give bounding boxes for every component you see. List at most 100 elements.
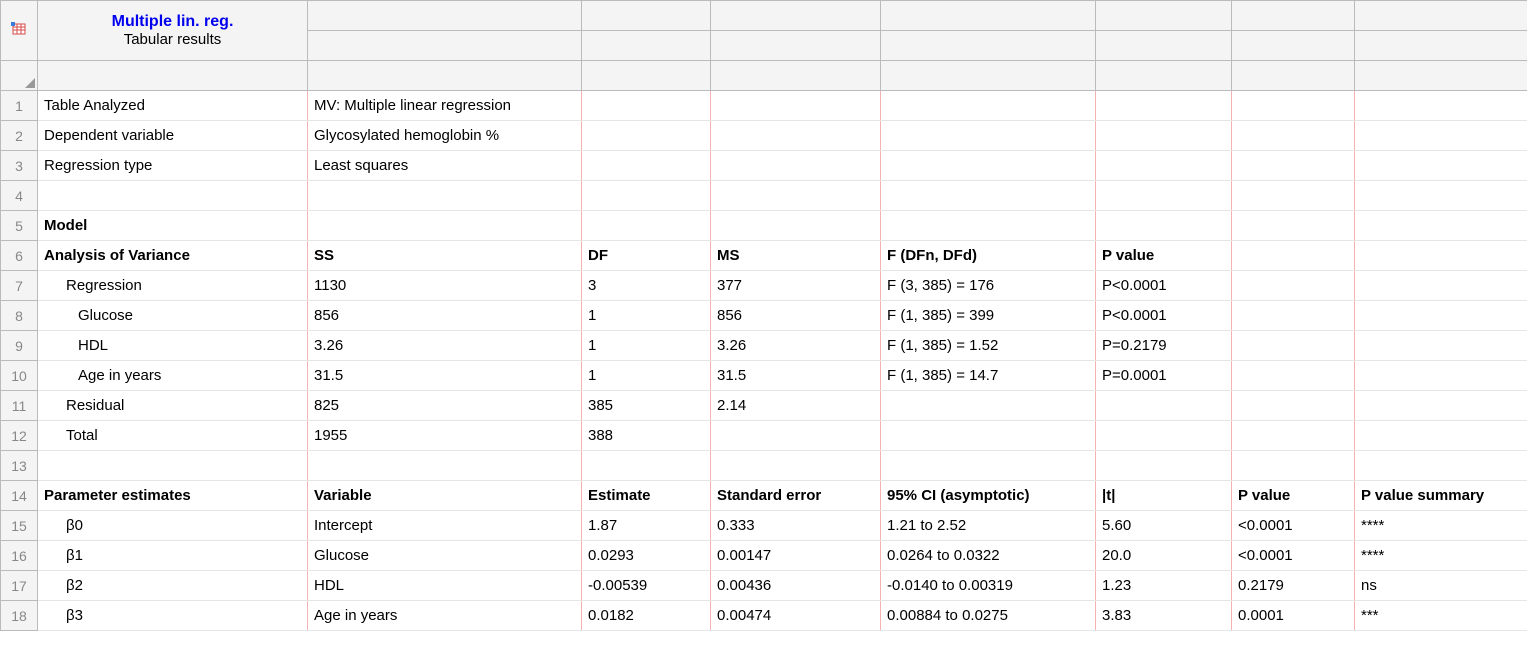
col-header[interactable] xyxy=(1096,1,1232,31)
cell[interactable]: P<0.0001 xyxy=(1096,301,1232,331)
col-header[interactable] xyxy=(711,1,881,31)
cell[interactable]: Table Analyzed xyxy=(38,91,308,121)
cell[interactable] xyxy=(881,91,1096,121)
cell[interactable]: P=0.0001 xyxy=(1096,361,1232,391)
cell[interactable]: Standard error xyxy=(711,481,881,511)
cell[interactable]: 95% CI (asymptotic) xyxy=(881,481,1096,511)
col-blank[interactable] xyxy=(1355,61,1527,91)
cell[interactable]: 3.26 xyxy=(308,331,582,361)
cell[interactable]: 1.23 xyxy=(1096,571,1232,601)
cell[interactable]: 31.5 xyxy=(308,361,582,391)
cell[interactable] xyxy=(1232,451,1355,481)
cell[interactable]: 856 xyxy=(711,301,881,331)
cell[interactable]: F (3, 385) = 176 xyxy=(881,271,1096,301)
row-number[interactable]: 14 xyxy=(1,481,38,511)
table-row[interactable]: 7Regression11303377F (3, 385) = 176P<0.0… xyxy=(1,271,1527,301)
row-number[interactable]: 7 xyxy=(1,271,38,301)
col-blank[interactable] xyxy=(1232,61,1355,91)
cell[interactable]: β0 xyxy=(38,511,308,541)
cell[interactable] xyxy=(711,451,881,481)
cell[interactable]: Residual xyxy=(38,391,308,421)
cell[interactable] xyxy=(711,121,881,151)
cell[interactable]: 31.5 xyxy=(711,361,881,391)
results-table[interactable]: Multiple lin. reg. Tabular results xyxy=(0,0,1527,631)
cell[interactable]: |t| xyxy=(1096,481,1232,511)
col-blank[interactable] xyxy=(582,61,711,91)
cell[interactable] xyxy=(38,451,308,481)
cell[interactable] xyxy=(711,181,881,211)
cell[interactable]: <0.0001 xyxy=(1232,541,1355,571)
cell[interactable]: 3.83 xyxy=(1096,601,1232,631)
cell[interactable] xyxy=(1096,181,1232,211)
row-number[interactable]: 12 xyxy=(1,421,38,451)
cell[interactable] xyxy=(582,151,711,181)
cell[interactable]: 1 xyxy=(582,331,711,361)
cell[interactable]: HDL xyxy=(308,571,582,601)
cell[interactable]: -0.00539 xyxy=(582,571,711,601)
col-subheader[interactable] xyxy=(711,31,881,61)
cell[interactable]: SS xyxy=(308,241,582,271)
cell[interactable]: F (1, 385) = 1.52 xyxy=(881,331,1096,361)
cell[interactable] xyxy=(711,91,881,121)
cell[interactable]: 0.333 xyxy=(711,511,881,541)
cell[interactable] xyxy=(1355,151,1527,181)
cell[interactable]: 1.87 xyxy=(582,511,711,541)
cell[interactable] xyxy=(1355,211,1527,241)
cell[interactable]: 0.00474 xyxy=(711,601,881,631)
cell[interactable]: 856 xyxy=(308,301,582,331)
table-row[interactable]: 6Analysis of VarianceSSDFMSF (DFn, DFd)P… xyxy=(1,241,1527,271)
cell[interactable]: Total xyxy=(38,421,308,451)
cell[interactable] xyxy=(881,421,1096,451)
cell[interactable] xyxy=(711,421,881,451)
cell[interactable]: Glycosylated hemoglobin % xyxy=(308,121,582,151)
cell[interactable] xyxy=(1232,91,1355,121)
cell[interactable] xyxy=(881,181,1096,211)
cell[interactable] xyxy=(582,451,711,481)
cell[interactable] xyxy=(1232,151,1355,181)
row-number[interactable]: 1 xyxy=(1,91,38,121)
cell[interactable] xyxy=(1355,241,1527,271)
cell[interactable] xyxy=(1355,451,1527,481)
cell[interactable] xyxy=(1355,331,1527,361)
table-row[interactable]: 11Residual8253852.14 xyxy=(1,391,1527,421)
col-blank[interactable] xyxy=(308,61,582,91)
cell[interactable] xyxy=(1232,361,1355,391)
cell[interactable]: MS xyxy=(711,241,881,271)
cell[interactable] xyxy=(881,391,1096,421)
col-header[interactable] xyxy=(1232,1,1355,31)
cell[interactable]: 377 xyxy=(711,271,881,301)
table-row[interactable]: 17β2HDL-0.005390.00436-0.0140 to 0.00319… xyxy=(1,571,1527,601)
cell[interactable]: 1 xyxy=(582,361,711,391)
cell[interactable] xyxy=(1355,421,1527,451)
cell[interactable]: 0.0264 to 0.0322 xyxy=(881,541,1096,571)
cell[interactable] xyxy=(881,151,1096,181)
col-subheader[interactable] xyxy=(1355,31,1527,61)
cell[interactable]: P<0.0001 xyxy=(1096,271,1232,301)
cell[interactable]: 0.00884 to 0.0275 xyxy=(881,601,1096,631)
cell[interactable]: 0.2179 xyxy=(1232,571,1355,601)
cell[interactable]: 0.00147 xyxy=(711,541,881,571)
cell[interactable] xyxy=(1096,451,1232,481)
col-subheader[interactable] xyxy=(1096,31,1232,61)
cell[interactable] xyxy=(582,181,711,211)
table-row[interactable]: 15β0Intercept1.870.3331.21 to 2.525.60<0… xyxy=(1,511,1527,541)
cell[interactable] xyxy=(881,451,1096,481)
cell[interactable]: Glucose xyxy=(38,301,308,331)
cell[interactable] xyxy=(1232,241,1355,271)
cell[interactable]: Analysis of Variance xyxy=(38,241,308,271)
cell[interactable]: Age in years xyxy=(38,361,308,391)
cell[interactable]: **** xyxy=(1355,541,1527,571)
cell[interactable]: **** xyxy=(1355,511,1527,541)
cell[interactable] xyxy=(38,181,308,211)
cell[interactable]: β2 xyxy=(38,571,308,601)
cell[interactable]: Regression xyxy=(38,271,308,301)
cell[interactable]: P value xyxy=(1232,481,1355,511)
table-row[interactable]: 10Age in years31.5131.5F (1, 385) = 14.7… xyxy=(1,361,1527,391)
cell[interactable] xyxy=(1096,421,1232,451)
cell[interactable]: 0.0293 xyxy=(582,541,711,571)
row-number[interactable]: 8 xyxy=(1,301,38,331)
table-row[interactable]: 9HDL3.2613.26F (1, 385) = 1.52P=0.2179 xyxy=(1,331,1527,361)
cell[interactable]: F (1, 385) = 14.7 xyxy=(881,361,1096,391)
cell[interactable]: DF xyxy=(582,241,711,271)
cell[interactable]: HDL xyxy=(38,331,308,361)
